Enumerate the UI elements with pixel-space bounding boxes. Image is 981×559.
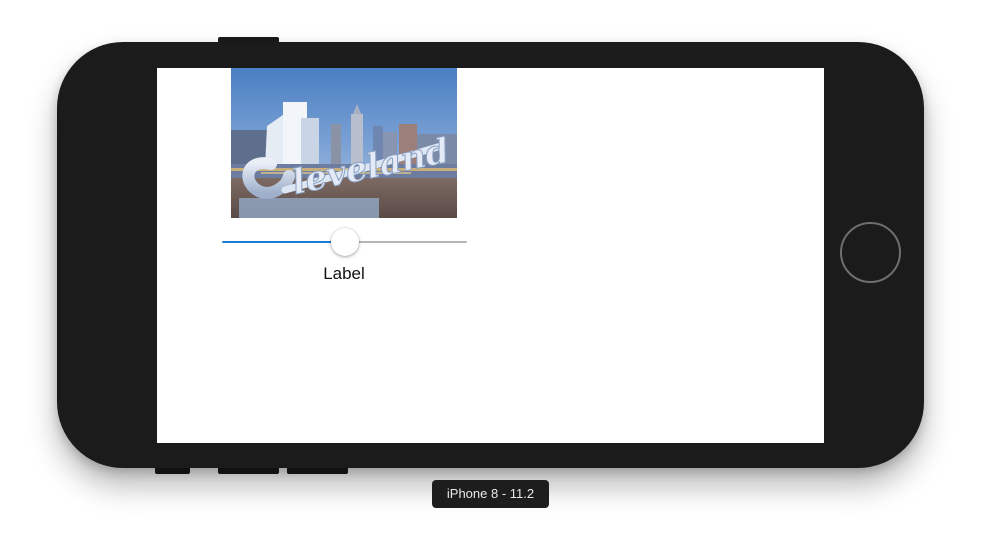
cleveland-image: leveland (231, 68, 457, 218)
device-screen: leveland Label (157, 68, 824, 443)
slider-thumb[interactable] (331, 228, 359, 256)
volume-up-button (218, 467, 279, 474)
slider-min-track (222, 241, 345, 243)
device-name-tag: iPhone 8 - 11.2 (432, 480, 549, 508)
simulator-window: leveland Label iPhone 8 - 11.2 (0, 0, 981, 559)
value-slider[interactable] (222, 227, 467, 257)
volume-down-button (287, 467, 348, 474)
slider-max-track (345, 241, 467, 243)
mute-switch (155, 467, 190, 474)
label-text: Label (323, 264, 365, 283)
home-button[interactable] (840, 222, 901, 283)
